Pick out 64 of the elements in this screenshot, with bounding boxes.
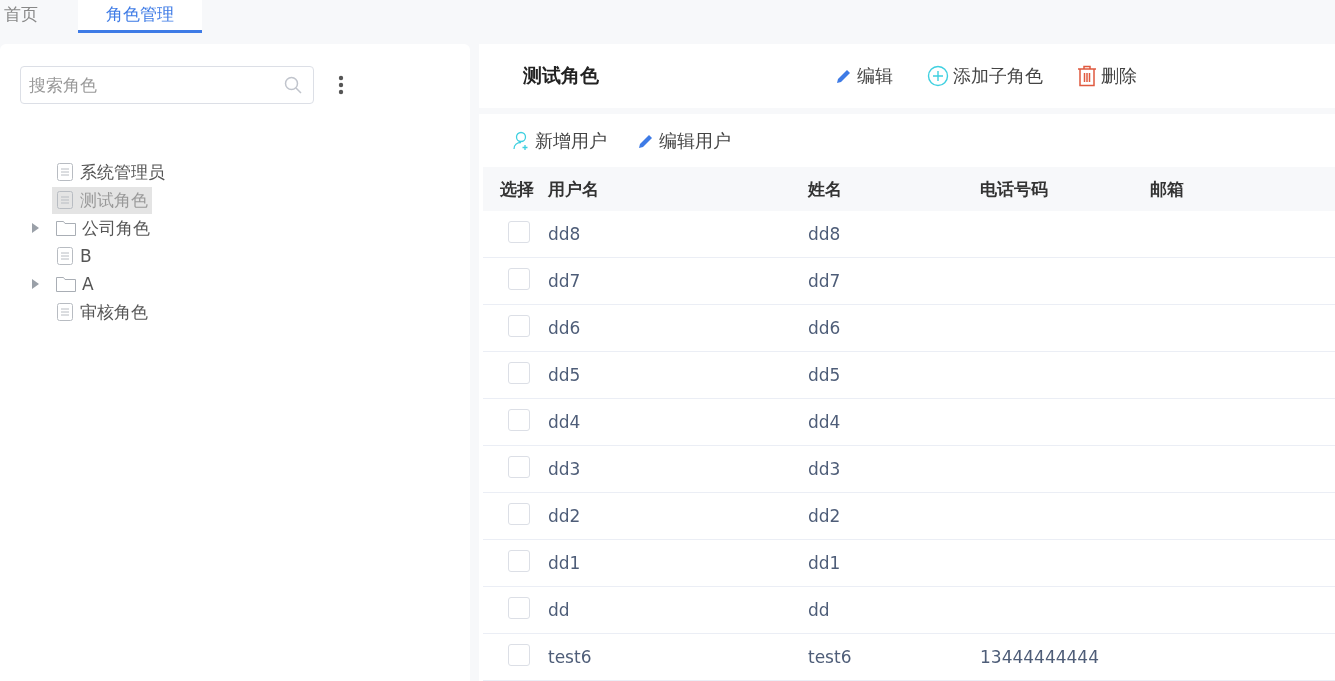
column-header: 选择: [499, 177, 535, 201]
checkbox[interactable]: [508, 315, 530, 337]
tab[interactable]: 角色管理: [78, 0, 202, 33]
tree-item[interactable]: A: [52, 270, 98, 298]
action-button[interactable]: 编辑: [833, 62, 895, 91]
column-header: 邮箱: [1150, 177, 1185, 201]
table-cell: dd4: [808, 412, 841, 432]
table-cell: dd6: [808, 318, 841, 338]
pencil-icon: [835, 67, 853, 86]
caret-icon[interactable]: [32, 279, 39, 289]
checkbox[interactable]: [508, 268, 530, 290]
table-cell: dd2: [548, 506, 581, 526]
action-button[interactable]: 新增用户: [511, 126, 609, 155]
document-icon: [56, 303, 74, 321]
checkbox[interactable]: [508, 644, 530, 666]
trash-icon: [1077, 65, 1097, 88]
tree-item[interactable]: 公司角色: [52, 214, 154, 242]
table-cell: dd3: [548, 459, 581, 479]
document-icon: [56, 191, 74, 209]
folder-icon: [56, 220, 76, 236]
table-cell: test6: [548, 647, 592, 667]
table-cell: dd1: [548, 553, 581, 573]
column-header: 姓名: [808, 177, 843, 201]
tree-item[interactable]: B: [52, 242, 96, 270]
table-cell: dd1: [808, 553, 841, 573]
role-title: 测试角色: [523, 63, 600, 89]
plus-circle-icon: [927, 65, 949, 88]
table-cell: dd4: [548, 412, 581, 432]
table-cell: 13444444444: [980, 647, 1099, 667]
action-button[interactable]: 编辑用户: [635, 126, 733, 155]
table-cell: dd2: [808, 506, 841, 526]
table-cell: dd5: [808, 365, 841, 385]
table-cell: dd3: [808, 459, 841, 479]
document-icon: [56, 163, 74, 181]
table-cell: dd: [808, 600, 830, 620]
table-cell: dd8: [808, 224, 841, 244]
checkbox[interactable]: [508, 362, 530, 384]
checkbox[interactable]: [508, 409, 530, 431]
checkbox[interactable]: [508, 503, 530, 525]
checkbox[interactable]: [508, 597, 530, 619]
search-icon: [284, 76, 302, 94]
table-cell: dd7: [548, 271, 581, 291]
table-cell: dd6: [548, 318, 581, 338]
column-header: 电话号码: [980, 177, 1049, 201]
tree-item[interactable]: 系统管理员: [52, 158, 169, 186]
action-button[interactable]: 添加子角色: [925, 62, 1045, 91]
document-icon: [56, 247, 74, 265]
caret-icon[interactable]: [32, 223, 39, 233]
table-cell: dd8: [548, 224, 581, 244]
tab[interactable]: 首页: [0, 0, 42, 30]
search-field[interactable]: 搜索角色: [20, 66, 314, 104]
more-icon[interactable]: [338, 75, 344, 95]
folder-icon: [56, 276, 76, 292]
checkbox[interactable]: [508, 550, 530, 572]
add-user-icon: [513, 130, 531, 151]
checkbox[interactable]: [508, 456, 530, 478]
table-cell: dd7: [808, 271, 841, 291]
tree-item[interactable]: 审核角色: [52, 298, 152, 326]
table-cell: test6: [808, 647, 852, 667]
table-cell: dd: [548, 600, 570, 620]
column-header: 用户名: [548, 177, 600, 201]
checkbox[interactable]: [508, 221, 530, 243]
table-cell: dd5: [548, 365, 581, 385]
action-button[interactable]: 删除: [1075, 62, 1139, 91]
